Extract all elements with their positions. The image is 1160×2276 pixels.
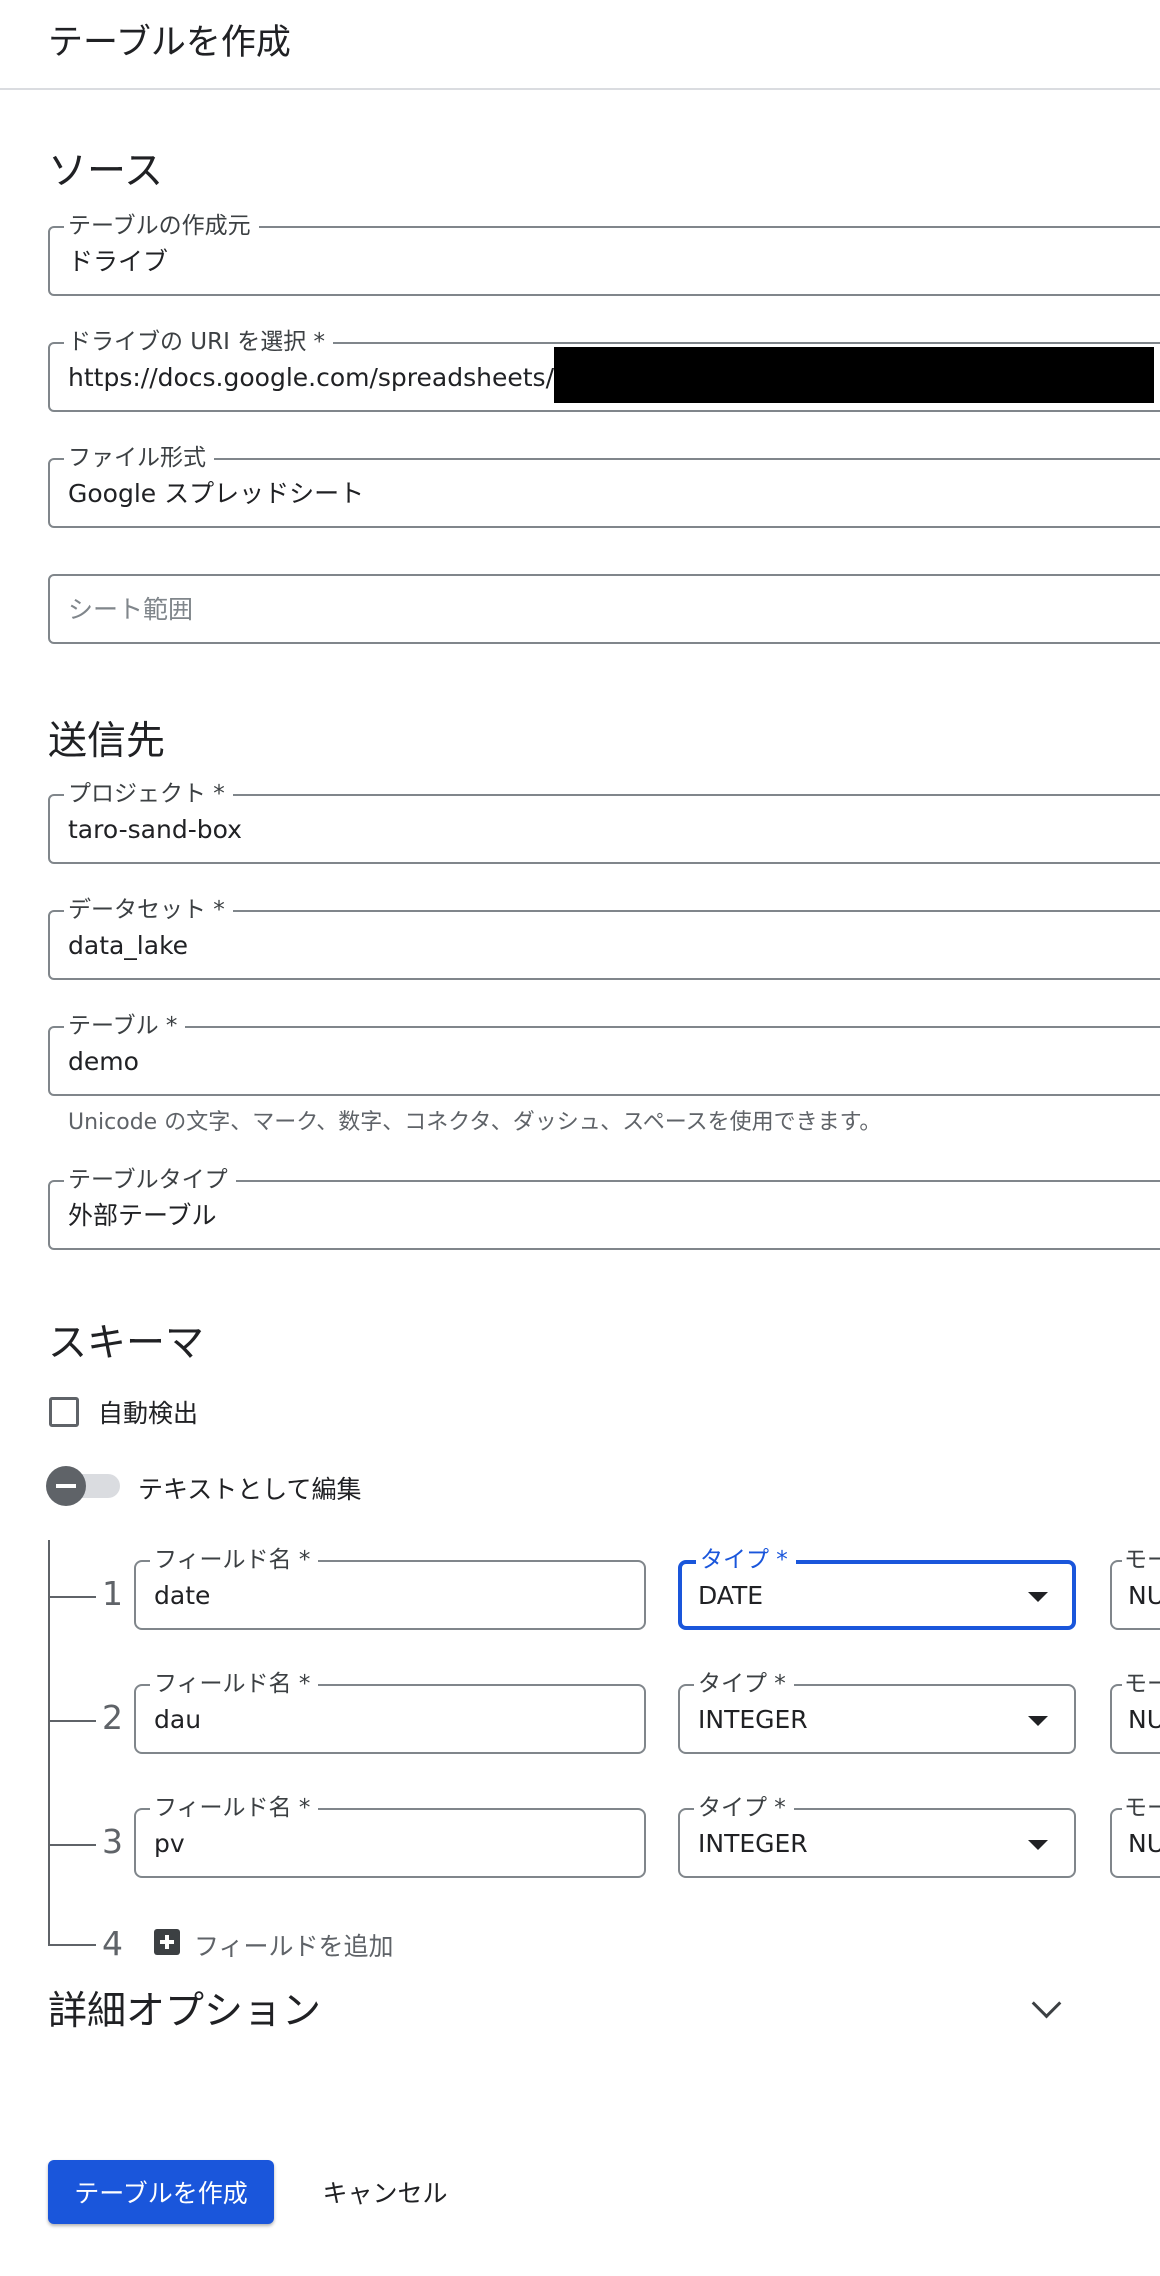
table-input[interactable]: テーブル * demo [48,1012,1160,1096]
sheet-range-placeholder: シート範囲 [68,595,194,624]
advanced-options-title[interactable]: 詳細オプション [48,1980,321,2036]
dataset-value: data_lake [68,931,189,960]
field-name-input[interactable]: フィールド名 * pv [134,1794,646,1878]
schema-section-title: スキーマ [48,1321,205,1366]
project-input[interactable]: プロジェクト * taro-sand-box [48,780,1160,864]
row-number: 3 [102,1822,123,1861]
redacted-block [554,347,1154,403]
mode-label: モー [1122,1794,1160,1822]
schema-tree-branch [48,1596,96,1598]
dropdown-arrow-icon[interactable] [1028,1716,1048,1726]
create-from-value: ドライブ [68,247,169,276]
mode-value: NU [1128,1829,1160,1858]
drive-uri-input[interactable]: ドライブの URI を選択 * https://docs.google.com/… [48,328,1160,412]
file-format-label: ファイル形式 [64,444,214,472]
type-select[interactable]: タイプ * INTEGER [678,1794,1076,1878]
drive-uri-value: https://docs.google.com/spreadsheets/d/ [68,363,579,392]
dropdown-arrow-icon[interactable] [1028,1592,1048,1602]
mode-value: NU [1128,1705,1160,1734]
schema-tree-branch [48,1844,96,1846]
mode-label: モー [1122,1670,1160,1698]
edit-as-text-label: テキストとして編集 [138,1475,362,1504]
field-name-value: dau [154,1705,202,1734]
table-type-label: テーブルタイプ [64,1166,236,1194]
project-value: taro-sand-box [68,815,242,844]
type-label: タイプ * [694,1794,794,1822]
header-divider [0,88,1160,90]
field-name-value: pv [154,1829,185,1858]
dropdown-arrow-icon[interactable] [1028,1840,1048,1850]
chevron-down-icon[interactable] [1031,1988,1062,2019]
create-from-label: テーブルの作成元 [64,212,259,240]
add-box-icon[interactable] [154,1929,180,1955]
dataset-input[interactable]: データセット * data_lake [48,896,1160,980]
field-name-label: フィールド名 * [150,1794,319,1822]
row-number: 2 [102,1698,123,1737]
dataset-label: データセット * [64,896,233,924]
cancel-button[interactable]: キャンセル [300,2160,470,2224]
add-field-button[interactable]: フィールドを追加 [194,1927,394,1963]
auto-detect-checkbox[interactable] [49,1397,79,1427]
sheet-range-input[interactable]: シート範囲 [48,574,1160,644]
type-label: タイプ * [694,1670,794,1698]
field-name-input[interactable]: フィールド名 * date [134,1546,646,1630]
table-type-select[interactable]: テーブルタイプ 外部テーブル [48,1166,1160,1250]
page-title: テーブルを作成 [48,23,291,63]
mode-select[interactable]: モー NU [1110,1546,1160,1630]
mode-label: モー [1122,1546,1160,1574]
row-number: 1 [102,1574,123,1613]
type-value: INTEGER [698,1705,808,1734]
source-section-title: ソース [48,149,164,194]
file-format-value: Google スプレッドシート [68,479,365,508]
project-label: プロジェクト * [64,780,233,808]
field-name-value: date [154,1581,211,1610]
minus-icon [56,1484,76,1488]
destination-section-title: 送信先 [48,719,166,764]
mode-value: NU [1128,1581,1160,1610]
mode-select[interactable]: モー NU [1110,1670,1160,1754]
type-select[interactable]: タイプ * INTEGER [678,1670,1076,1754]
field-name-label: フィールド名 * [150,1546,319,1574]
field-name-input[interactable]: フィールド名 * dau [134,1670,646,1754]
table-type-value: 外部テーブル [68,1201,217,1230]
row-number: 4 [102,1924,123,1963]
field-name-label: フィールド名 * [150,1670,319,1698]
table-value: demo [68,1047,139,1076]
drive-uri-label: ドライブの URI を選択 * [64,328,334,356]
table-label: テーブル * [64,1012,186,1040]
create-from-select[interactable]: テーブルの作成元 ドライブ [48,212,1160,296]
type-value: INTEGER [698,1829,808,1858]
file-format-select[interactable]: ファイル形式 Google スプレッドシート [48,444,1160,528]
schema-tree-branch [48,1944,96,1946]
mode-select[interactable]: モー NU [1110,1794,1160,1878]
table-hint: Unicode の文字、マーク、数字、コネクタ、ダッシュ、スペースを使用できます… [68,1110,882,1135]
type-value: DATE [698,1581,764,1610]
type-select[interactable]: タイプ * DATE [678,1546,1076,1630]
schema-tree-line [48,1540,50,1946]
auto-detect-label: 自動検出 [98,1399,199,1428]
schema-tree-branch [48,1720,96,1722]
type-label: タイプ * [696,1546,796,1574]
create-table-button[interactable]: テーブルを作成 [48,2160,274,2224]
